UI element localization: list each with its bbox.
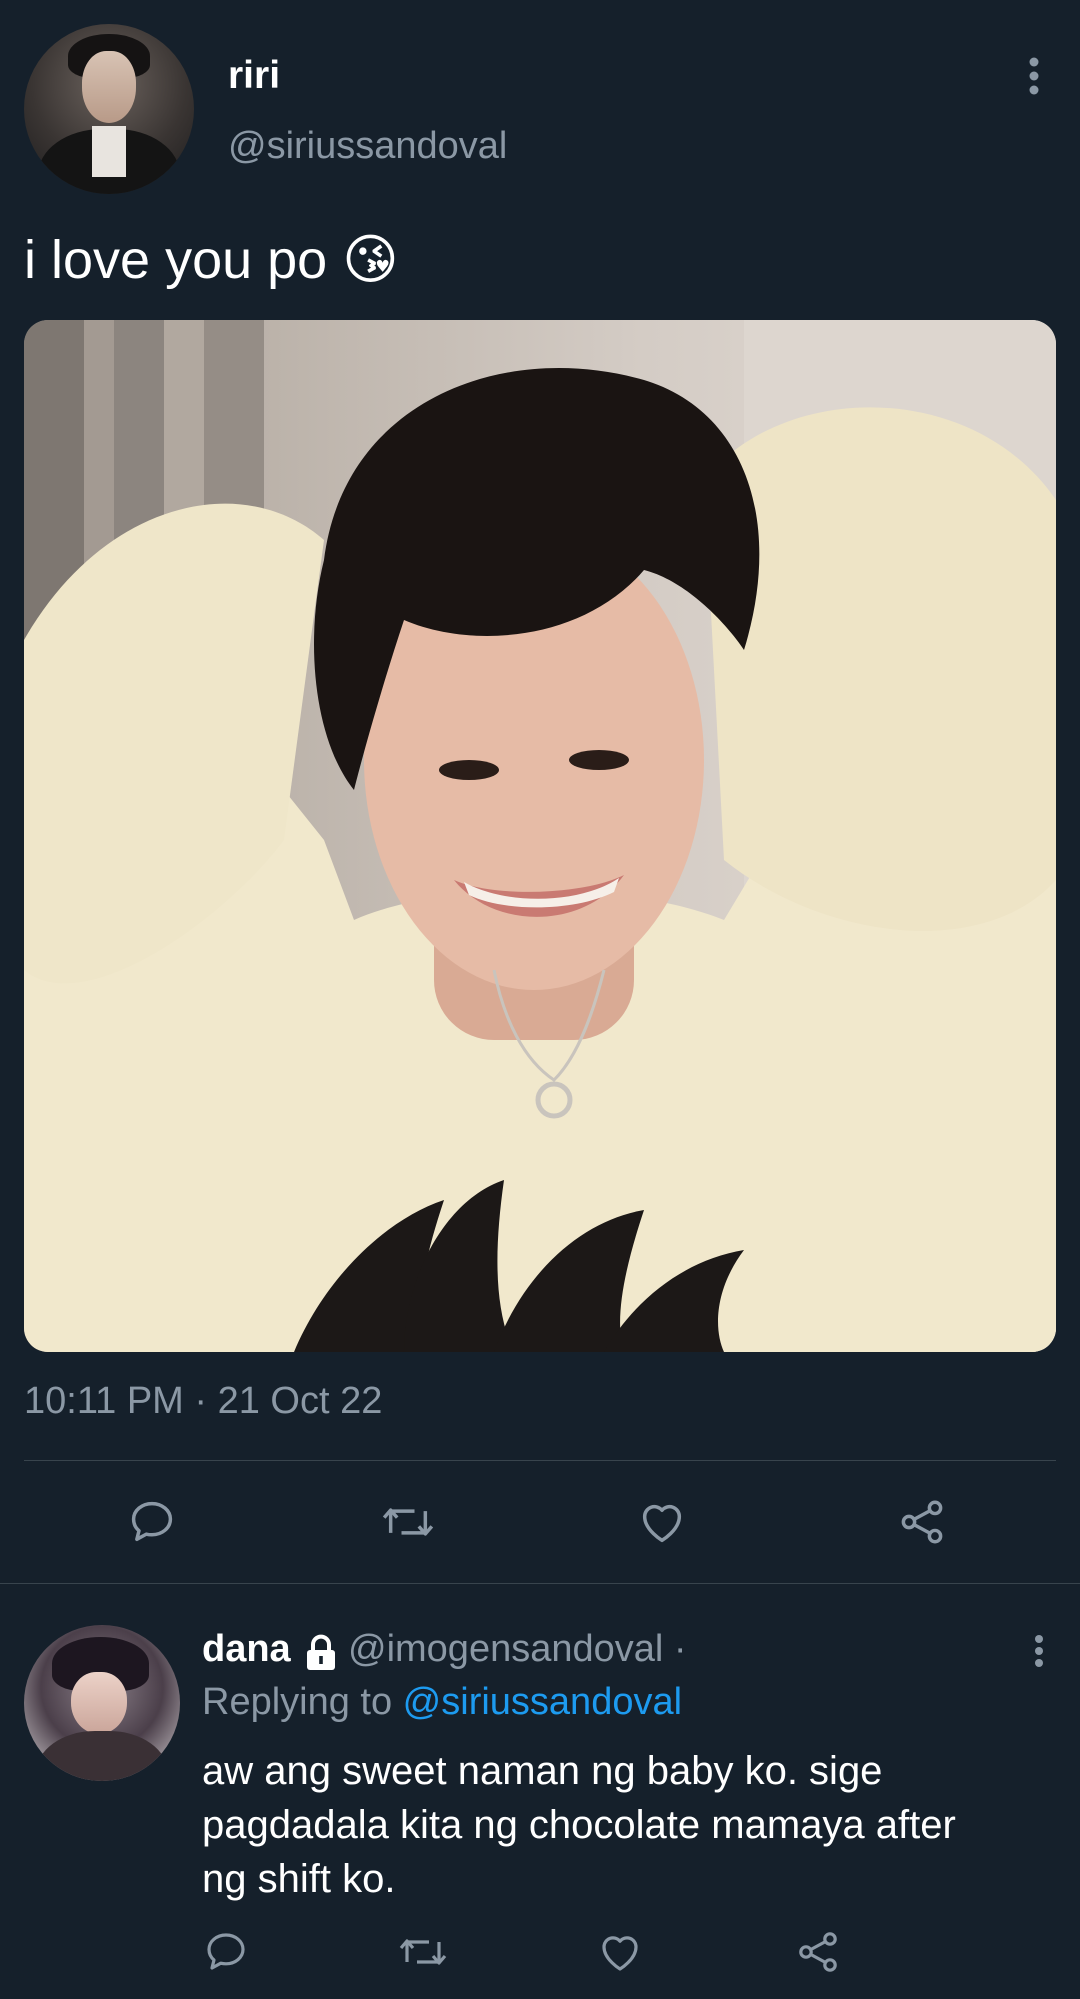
reply-avatar[interactable] (24, 1625, 180, 1781)
author-display-name[interactable]: riri (228, 54, 280, 98)
reply-handle[interactable]: @imogensandoval · (348, 1628, 687, 1671)
reply-text: aw ang sweet naman ng baby ko. sige pagd… (202, 1744, 956, 1906)
replying-to-prefix: Replying to (202, 1681, 403, 1723)
heart-icon[interactable] (636, 1496, 688, 1548)
tweet-timestamp[interactable]: 10:11 PM · 21 Oct 22 (24, 1380, 382, 1423)
replying-to-line: Replying to @siriussandoval (202, 1681, 682, 1724)
share-icon[interactable] (794, 1928, 842, 1976)
author-avatar[interactable] (24, 24, 194, 194)
author-handle[interactable]: @siriussandoval (228, 125, 507, 168)
reply-text-line: pagdadala kita ng chocolate mamaya after (202, 1803, 956, 1847)
divider (0, 1583, 1080, 1584)
replying-to-handle-link[interactable]: @siriussandoval (403, 1681, 682, 1723)
tweet-photo[interactable] (24, 320, 1056, 1352)
tweet-text: i love you po 😘 (24, 230, 399, 290)
more-vertical-icon[interactable] (1016, 56, 1052, 96)
reply-text-line: aw ang sweet naman ng baby ko. sige (202, 1749, 883, 1793)
more-vertical-icon[interactable] (1024, 1634, 1054, 1668)
reply-display-name[interactable]: dana (202, 1628, 291, 1671)
heart-icon[interactable] (596, 1928, 644, 1976)
reply-icon[interactable] (126, 1496, 178, 1548)
retweet-icon[interactable] (396, 1928, 450, 1976)
share-icon[interactable] (896, 1496, 948, 1548)
lock-icon (304, 1632, 338, 1672)
reply-text-line: ng shift ko. (202, 1857, 396, 1901)
divider (24, 1460, 1056, 1461)
reply-icon[interactable] (202, 1928, 250, 1976)
retweet-icon[interactable] (378, 1496, 438, 1548)
